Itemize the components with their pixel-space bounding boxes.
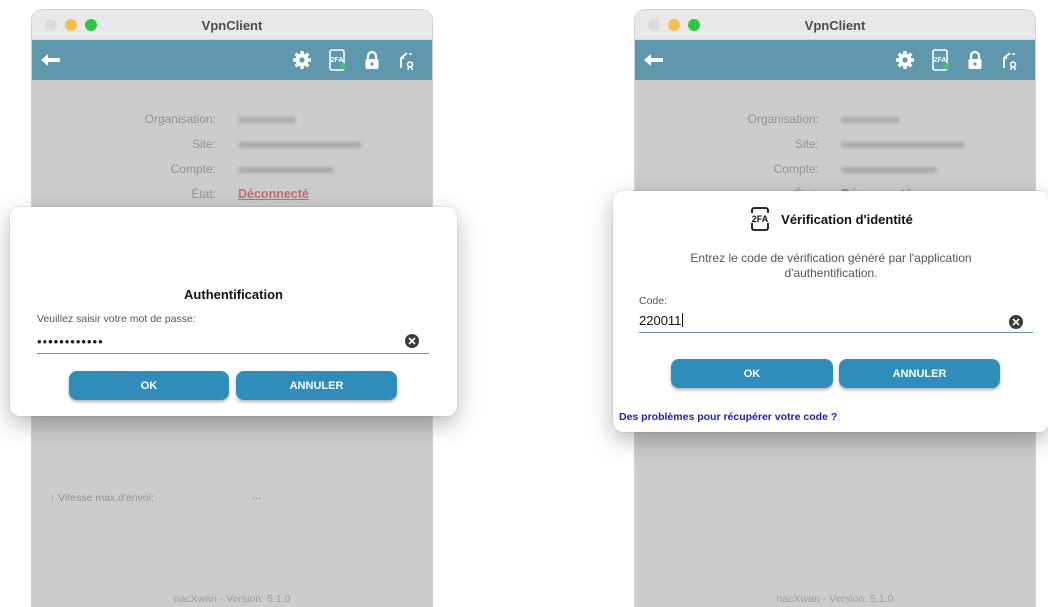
- window-title: VpnClient: [201, 18, 263, 33]
- dialog-title: Authentification: [184, 287, 283, 302]
- code-label: Code:: [639, 295, 668, 307]
- back-arrow-icon[interactable]: [38, 50, 64, 70]
- screenshot-stage: VpnClient 2FA Organisation: Site: Compte…: [0, 0, 1048, 607]
- dialog-description: Entrez le code de vérification généré pa…: [690, 251, 972, 280]
- svg-text:2FA: 2FA: [331, 57, 344, 64]
- toolbar: 2FA: [635, 40, 1035, 80]
- lock-icon[interactable]: [964, 49, 986, 71]
- back-arrow-icon[interactable]: [641, 50, 667, 70]
- svg-text:2FA: 2FA: [752, 214, 769, 224]
- gear-icon[interactable]: [894, 49, 916, 71]
- cancel-button[interactable]: ANNULER: [236, 371, 397, 400]
- authentication-dialog: Authentification Veuillez saisir votre m…: [10, 207, 457, 416]
- password-field[interactable]: ••••••••••••: [37, 332, 429, 354]
- title-bar: VpnClient: [32, 10, 432, 40]
- dialog-title: Vérification d'identité: [781, 211, 913, 227]
- code-value: 220011: [639, 313, 682, 328]
- lock-icon[interactable]: [361, 49, 383, 71]
- clear-field-icon[interactable]: [1009, 315, 1023, 329]
- 2fa-icon[interactable]: 2FA: [929, 49, 951, 71]
- cancel-button[interactable]: ANNULER: [839, 359, 1000, 388]
- svg-text:2FA: 2FA: [934, 57, 947, 64]
- toolbar: 2FA: [32, 40, 432, 80]
- split-tunnel-icon[interactable]: [396, 49, 418, 71]
- gear-icon[interactable]: [291, 49, 313, 71]
- clear-field-icon[interactable]: [405, 334, 419, 348]
- window-title: VpnClient: [804, 18, 866, 33]
- 2fa-badge-icon: 2FA: [749, 207, 771, 231]
- 2fa-icon[interactable]: 2FA: [326, 49, 348, 71]
- title-bar: VpnClient: [635, 10, 1035, 40]
- password-prompt-label: Veuillez saisir votre mot de passe:: [37, 313, 196, 325]
- code-input[interactable]: 220011: [639, 311, 1033, 333]
- code-help-link[interactable]: Des problèmes pour récupérer votre code …: [619, 411, 837, 423]
- password-value: ••••••••••••: [37, 334, 104, 349]
- split-tunnel-icon[interactable]: [999, 49, 1021, 71]
- ok-button[interactable]: OK: [69, 371, 229, 400]
- identity-verification-dialog: 2FA Vérification d'identité Entrez le co…: [613, 191, 1048, 432]
- text-caret: [682, 313, 684, 327]
- ok-button[interactable]: OK: [671, 359, 833, 388]
